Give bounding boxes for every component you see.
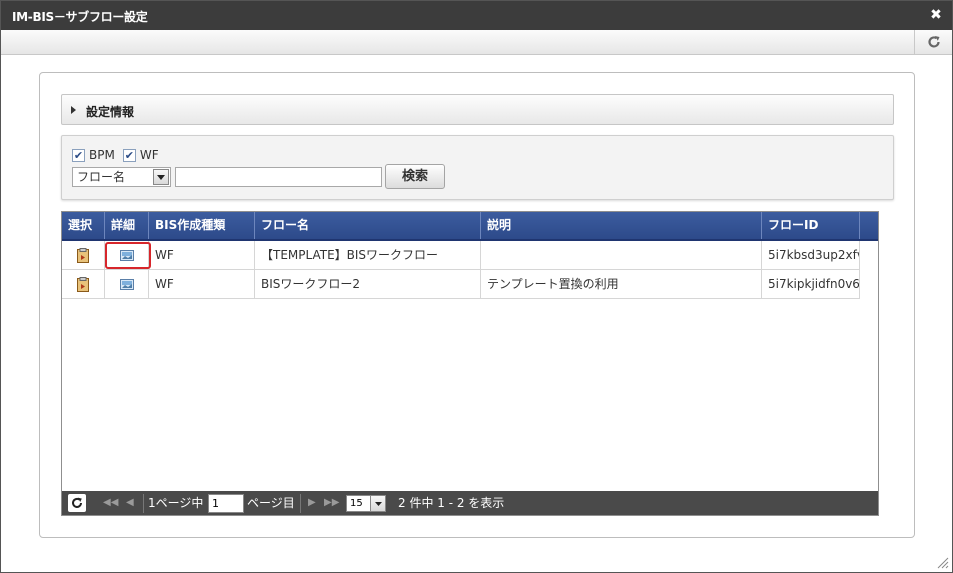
pager-reload-button[interactable] [68,494,86,512]
select-cell[interactable] [62,270,105,298]
toolbar [1,30,952,55]
flow-id-cell: 5i7kipkjidfn0v6 [762,270,860,298]
flow-name-cell: 【TEMPLATE】BISワークフロー [255,241,481,269]
resize-grip-icon[interactable] [937,557,949,569]
column-header-select[interactable]: 選択 [62,212,105,239]
expand-arrow-icon [71,106,76,114]
chevron-down-icon[interactable] [153,169,169,185]
select-cell[interactable] [62,241,105,269]
flow-id-cell: 5i7kbsd3up2xfv6 [762,241,860,269]
prev-page-icon[interactable]: ◀ [126,497,134,509]
pager-summary: 2 件中 1 - 2 を表示 [398,496,505,510]
title-bar[interactable]: IM-BIS－サブフロー設定 ✖ [1,1,952,30]
per-page-value: 15 [350,498,363,509]
subflow-settings-dialog: IM-BIS－サブフロー設定 ✖ 設定情報 ✔ BPM ✔ WF フロー名 検索… [0,0,953,573]
wf-checkbox-label: WF [139,148,159,162]
last-page-icon[interactable]: ▶▶ [324,497,339,509]
search-button[interactable]: 検索 [385,164,445,189]
per-page-select[interactable]: 15 [346,495,386,512]
content-panel: 設定情報 ✔ BPM ✔ WF フロー名 検索 選択 詳細 BIS作成種類 フロ… [39,72,915,538]
pager-separator [300,494,301,513]
page-prefix: 1ページ中 [148,496,204,510]
column-header-flow-id[interactable]: フローID [762,212,860,239]
bpm-checkbox-label: BPM [89,148,115,162]
pager-separator [143,494,144,513]
wf-checkbox[interactable]: ✔ [122,148,136,162]
detail-cell[interactable] [105,270,149,298]
chevron-down-icon[interactable] [370,496,385,511]
table-row[interactable]: WF BISワークフロー2 テンプレート置換の利用 5i7kipkjidfn0v… [62,270,860,299]
bpm-checkbox[interactable]: ✔ [72,148,85,162]
search-panel: ✔ BPM ✔ WF フロー名 検索 [61,135,894,200]
column-header-flow-name[interactable]: フロー名 [255,212,481,239]
settings-accordion[interactable]: 設定情報 [61,94,894,125]
type-cell: WF [149,270,255,298]
refresh-button[interactable] [914,30,952,54]
window-title: IM-BIS－サブフロー設定 [12,10,148,24]
page-suffix: ページ目 [247,496,295,510]
search-field-select[interactable]: フロー名 [72,167,171,187]
column-header-detail[interactable]: 詳細 [105,212,149,239]
pager: ◀◀ ◀ 1ページ中 ページ目 ▶ ▶▶ 15 2 件中 1 - 2 を表示 [62,491,878,515]
page-number-input[interactable] [208,494,244,513]
table-header: 選択 詳細 BIS作成種類 フロー名 説明 フローID [62,212,878,241]
search-field-selected: フロー名 [77,170,126,184]
first-page-icon[interactable]: ◀◀ [103,497,118,509]
refresh-icon [927,36,940,48]
column-header-description[interactable]: 説明 [481,212,762,239]
refresh-icon [72,497,82,508]
table-row[interactable]: WF 【TEMPLATE】BISワークフロー 5i7kbsd3up2xfv6 [62,241,860,270]
settings-label: 設定情報 [86,105,135,119]
clipboard-select-icon[interactable] [77,276,89,292]
clipboard-select-icon[interactable] [77,247,89,263]
close-icon[interactable]: ✖ [929,8,943,22]
type-cell: WF [149,241,255,269]
next-page-icon[interactable]: ▶ [308,497,316,509]
flow-name-cell: BISワークフロー2 [255,270,481,298]
description-cell: テンプレート置換の利用 [481,270,762,298]
detail-highlight-frame [105,242,151,269]
search-input[interactable] [175,167,382,187]
flow-table: 選択 詳細 BIS作成種類 フロー名 説明 フローID WF 【TEMPLATE… [61,211,879,516]
description-cell [481,241,762,269]
image-detail-icon[interactable] [119,278,134,290]
column-header-type[interactable]: BIS作成種類 [149,212,255,239]
